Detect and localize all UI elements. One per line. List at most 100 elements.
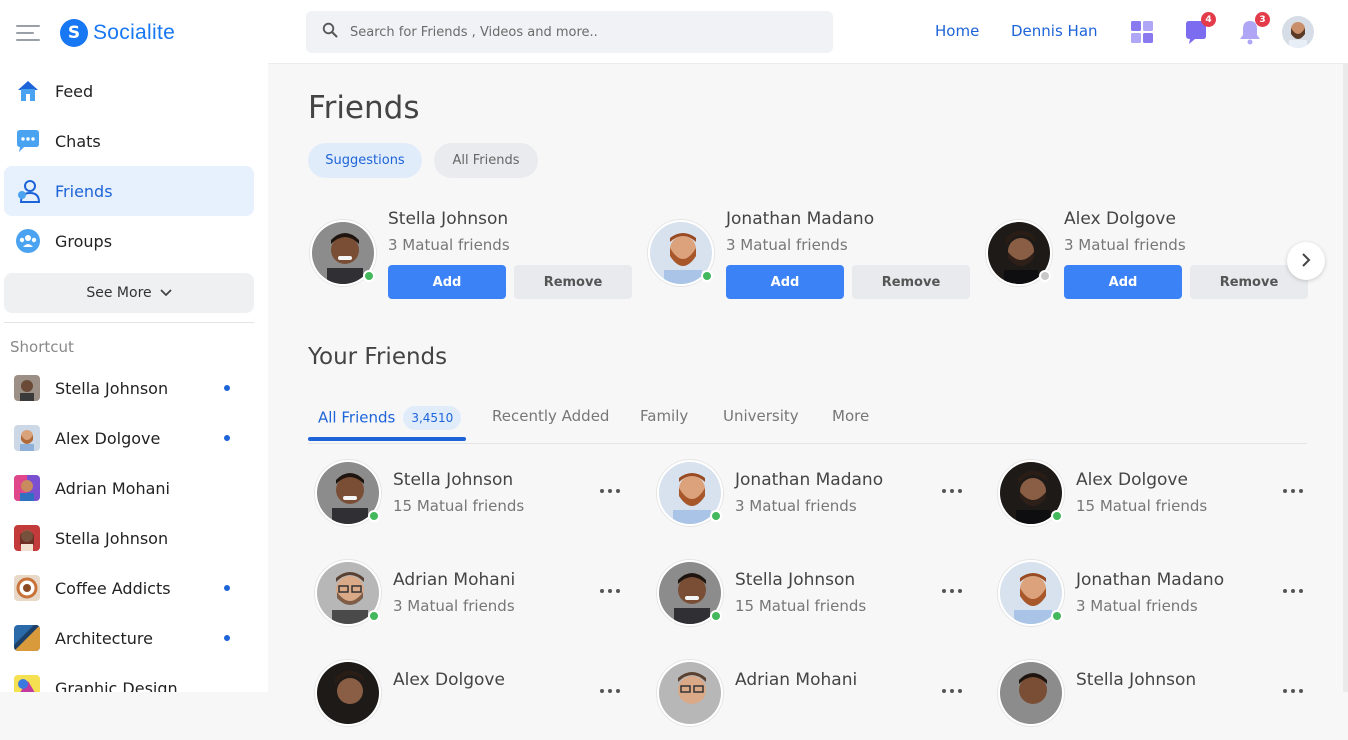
search-icon xyxy=(322,22,338,42)
friend-name[interactable]: Jonathan Madano xyxy=(1076,570,1224,590)
sidebar-item-label: Feed xyxy=(55,81,94,101)
active-tab-indicator xyxy=(308,437,466,441)
user-avatar[interactable] xyxy=(1282,16,1314,48)
app-name[interactable]: Socialite xyxy=(93,21,175,45)
friend-name[interactable]: Stella Johnson xyxy=(393,470,513,490)
add-friend-button[interactable]: Add xyxy=(1064,265,1182,299)
mutual-friends: 3 Matual friends xyxy=(388,236,510,254)
logo-icon[interactable]: S xyxy=(60,19,88,47)
mutual-friends: 3 Matual friends xyxy=(1064,236,1186,254)
remove-suggestion-button[interactable]: Remove xyxy=(514,265,632,299)
more-options-icon[interactable] xyxy=(1283,486,1303,496)
suggestion-name[interactable]: Jonathan Madano xyxy=(726,209,874,229)
friend-name[interactable]: Alex Dolgove xyxy=(1076,470,1188,490)
friend-card: Adrian Mohani 3 Matual friends xyxy=(308,560,628,640)
shortcut-label: Architecture xyxy=(55,628,153,648)
more-options-icon[interactable] xyxy=(600,586,620,596)
see-more-button[interactable]: See More xyxy=(4,273,254,313)
shortcut-item[interactable]: Architecture xyxy=(14,613,244,663)
friend-name[interactable]: Jonathan Madano xyxy=(735,470,883,490)
sidebar-item-chats[interactable]: Chats xyxy=(4,116,254,166)
friend-name[interactable]: Stella Johnson xyxy=(1076,670,1196,690)
search-bar[interactable] xyxy=(306,11,833,53)
tab-recently-added[interactable]: Recently Added xyxy=(492,407,609,425)
shortcut-label: Alex Dolgove xyxy=(55,428,161,448)
shortcut-item[interactable]: Stella Johnson xyxy=(14,513,244,563)
shortcut-avatar xyxy=(14,425,40,451)
offline-status-dot xyxy=(1039,270,1051,282)
friend-name[interactable]: Alex Dolgove xyxy=(393,670,505,690)
suggestion-name[interactable]: Alex Dolgove xyxy=(1064,209,1176,229)
messages-icon[interactable]: 4 xyxy=(1182,12,1216,46)
friend-name[interactable]: Adrian Mohani xyxy=(393,570,515,590)
friend-name[interactable]: Stella Johnson xyxy=(735,570,855,590)
notifications-badge: 3 xyxy=(1255,12,1270,27)
top-header: Home Dennis Han 4 3 xyxy=(268,0,1348,64)
online-status-dot xyxy=(1051,510,1063,522)
apps-grid-icon[interactable] xyxy=(1128,18,1156,46)
more-options-icon[interactable] xyxy=(942,486,962,496)
avatar[interactable] xyxy=(657,660,723,726)
online-status-dot xyxy=(1051,610,1063,622)
shortcut-avatar xyxy=(14,625,40,651)
shortcut-item[interactable]: Stella Johnson xyxy=(14,363,244,413)
online-status-dot xyxy=(363,270,375,282)
brand: S Socialite xyxy=(16,18,175,48)
sidebar-item-groups[interactable]: Groups xyxy=(4,216,254,266)
page-scrollbar[interactable] xyxy=(1343,64,1348,692)
mutual-friends: 15 Matual friends xyxy=(735,597,867,615)
bell-icon[interactable]: 3 xyxy=(1236,12,1270,46)
shortcut-item[interactable]: Coffee Addicts xyxy=(14,563,244,613)
friend-card: Alex Dolgove xyxy=(308,660,628,740)
tab-label: All Friends xyxy=(318,408,396,427)
sidebar-item-friends[interactable]: Friends xyxy=(4,166,254,216)
tab-family[interactable]: Family xyxy=(640,407,688,425)
profile-name-link[interactable]: Dennis Han xyxy=(1011,22,1098,40)
shortcut-item[interactable]: Alex Dolgove xyxy=(14,413,244,463)
home-icon xyxy=(14,77,42,105)
tab-more[interactable]: More xyxy=(832,407,869,425)
shortcut-avatar xyxy=(14,575,40,601)
hamburger-menu-icon[interactable] xyxy=(16,25,40,41)
unread-dot xyxy=(224,585,230,591)
friend-card: Stella Johnson 15 Matual friends xyxy=(650,560,970,640)
mutual-friends: 15 Matual friends xyxy=(1076,497,1208,515)
online-status-dot xyxy=(701,270,713,282)
mutual-friends: 3 Matual friends xyxy=(726,236,848,254)
tab-all-friends-list[interactable]: All Friends 3,4510 xyxy=(318,406,462,430)
friend-card: Stella Johnson xyxy=(991,660,1311,740)
home-link[interactable]: Home xyxy=(935,22,979,40)
more-options-icon[interactable] xyxy=(942,586,962,596)
tab-all-friends[interactable]: All Friends xyxy=(434,143,538,178)
suggestion-card: Jonathan Madano 3 Matual friends Add Rem… xyxy=(646,207,970,307)
more-options-icon[interactable] xyxy=(1283,686,1303,696)
remove-suggestion-button[interactable]: Remove xyxy=(852,265,970,299)
more-options-icon[interactable] xyxy=(600,486,620,496)
unread-dot xyxy=(224,635,230,641)
sidebar-nav: Feed Chats Friends Groups xyxy=(4,66,254,266)
friend-name[interactable]: Adrian Mohani xyxy=(735,670,857,690)
shortcut-item[interactable]: Graphic Design xyxy=(14,663,244,692)
suggestion-name[interactable]: Stella Johnson xyxy=(388,209,508,229)
tab-university[interactable]: University xyxy=(723,407,799,425)
sidebar-item-feed[interactable]: Feed xyxy=(4,66,254,116)
more-options-icon[interactable] xyxy=(1283,586,1303,596)
avatar[interactable] xyxy=(315,660,381,726)
shortcut-item[interactable]: Adrian Mohani xyxy=(14,463,244,513)
search-input[interactable] xyxy=(350,24,810,40)
sidebar-divider xyxy=(4,322,254,323)
next-suggestions-button[interactable] xyxy=(1287,242,1325,280)
add-friend-button[interactable]: Add xyxy=(388,265,506,299)
more-options-icon[interactable] xyxy=(600,686,620,696)
mutual-friends: 3 Matual friends xyxy=(735,497,857,515)
chevron-down-icon xyxy=(160,285,172,301)
add-friend-button[interactable]: Add xyxy=(726,265,844,299)
tab-suggestions[interactable]: Suggestions xyxy=(308,143,422,178)
unread-dot xyxy=(224,435,230,441)
shortcut-label: Stella Johnson xyxy=(55,378,169,398)
friends-count-badge: 3,4510 xyxy=(403,406,462,430)
more-options-icon[interactable] xyxy=(942,686,962,696)
avatar[interactable] xyxy=(998,660,1064,726)
friend-card: Alex Dolgove 15 Matual friends xyxy=(991,460,1311,540)
shortcut-list: Stella Johnson Alex Dolgove Adrian Mohan… xyxy=(14,363,244,692)
